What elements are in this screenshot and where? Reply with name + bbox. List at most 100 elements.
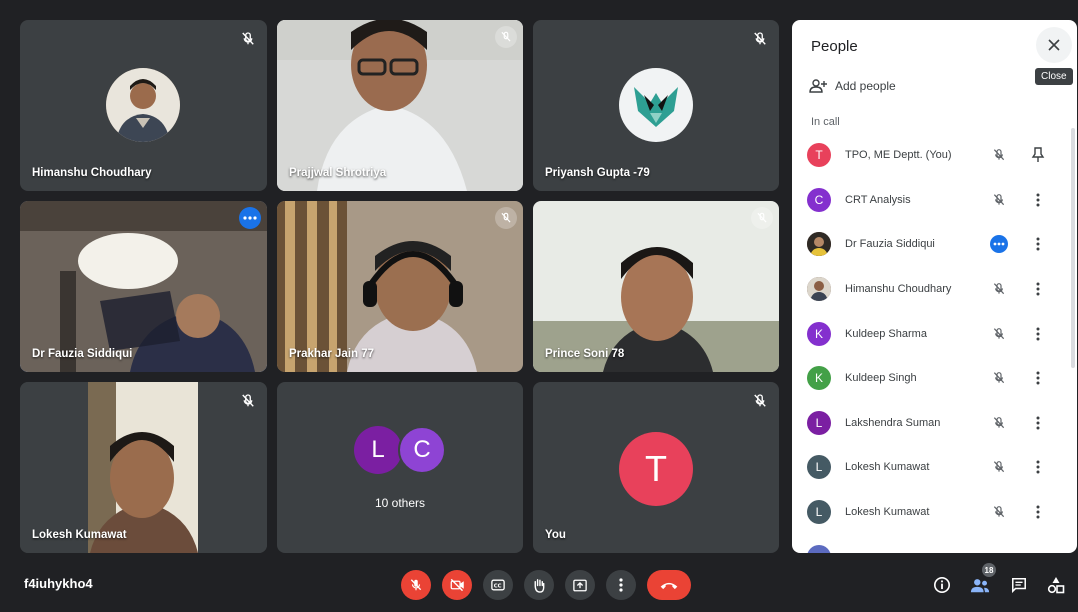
participant-name: Prajjwal Shrotriya — [289, 167, 387, 179]
pin-icon[interactable] — [1030, 146, 1046, 164]
info-icon — [933, 576, 951, 594]
more-options-icon[interactable] — [1030, 280, 1046, 298]
more-options-icon[interactable] — [1030, 235, 1046, 253]
mic-toggle-button[interactable] — [401, 570, 431, 600]
list-item[interactable]: C CRT Analysis — [792, 178, 1072, 223]
participant-tile[interactable]: Prajjwal Shrotriya — [277, 20, 523, 191]
list-item[interactable]: Dr Fauzia Siddiqui — [792, 222, 1072, 267]
leave-call-button[interactable] — [647, 570, 691, 600]
more-options-icon[interactable] — [1030, 191, 1046, 209]
scrollbar[interactable] — [1071, 128, 1075, 368]
captions-button[interactable]: CC — [483, 570, 513, 600]
mic-off-icon — [751, 30, 769, 48]
avatar: L — [807, 500, 831, 525]
avatar — [619, 68, 693, 142]
participant-name: TPO, ME Deptt. (You) — [845, 149, 952, 162]
list-item[interactable]: L Lokesh Kumawat — [792, 490, 1072, 535]
meeting-details-button[interactable] — [931, 574, 953, 596]
close-icon — [1048, 39, 1060, 51]
avatar: K — [807, 321, 831, 346]
more-options-button[interactable] — [606, 570, 636, 600]
meeting-code: f4iuhykho4 — [24, 576, 93, 591]
avatar — [807, 544, 831, 553]
list-item[interactable]: L Lakshendra Suman — [792, 401, 1072, 446]
video-feed — [20, 382, 267, 553]
chat-button[interactable] — [1008, 574, 1030, 596]
user-photo — [106, 68, 180, 142]
list-item[interactable]: K Kuldeep Singh — [792, 356, 1072, 401]
present-icon — [573, 579, 587, 591]
in-call-heading: In call — [811, 116, 840, 128]
panel-title: People — [811, 38, 858, 55]
more-vert-icon — [619, 578, 623, 592]
participant-tile[interactable]: Dr Fauzia Siddiqui — [20, 201, 267, 372]
avatar — [807, 277, 831, 302]
participant-tile[interactable]: Priyansh Gupta -79 — [533, 20, 779, 191]
list-item[interactable] — [792, 534, 1072, 553]
mic-off-icon — [990, 146, 1008, 164]
mic-off-icon — [990, 458, 1008, 476]
participant-tile[interactable]: Lokesh Kumawat — [20, 382, 267, 553]
more-options-icon[interactable] — [1030, 369, 1046, 387]
participant-name: Prakhar Jain 77 — [289, 348, 375, 360]
mic-off-icon — [751, 207, 773, 229]
more-options-icon[interactable] — [1030, 414, 1046, 432]
participant-name: Kuldeep Sharma — [845, 327, 927, 340]
mic-off-icon — [239, 392, 257, 410]
participant-name: Lokesh Kumawat — [845, 461, 930, 474]
list-item[interactable]: K Kuldeep Sharma — [792, 311, 1072, 356]
avatar-logo-icon — [634, 87, 678, 127]
avatar: C — [398, 426, 446, 474]
add-people-button[interactable]: Add people — [809, 78, 896, 94]
participant-name: Lokesh Kumawat — [845, 506, 930, 519]
mic-off-icon — [410, 579, 422, 591]
avatar: L — [807, 410, 831, 435]
avatar: C — [807, 187, 831, 212]
add-person-icon — [809, 79, 827, 93]
self-tile[interactable]: T You — [533, 382, 779, 553]
camera-off-icon — [450, 578, 464, 592]
avatar: L — [807, 455, 831, 480]
mic-off-icon — [990, 503, 1008, 521]
more-options-icon[interactable] — [1030, 503, 1046, 521]
participant-list: T TPO, ME Deptt. (You) C CRT Analysis Dr… — [792, 133, 1072, 553]
more-options-icon[interactable] — [239, 207, 261, 229]
add-people-label: Add people — [835, 79, 896, 93]
raise-hand-button[interactable] — [524, 570, 554, 600]
list-item[interactable]: L Lokesh Kumawat — [792, 445, 1072, 490]
close-button[interactable] — [1036, 27, 1072, 63]
video-feed — [20, 201, 267, 372]
participant-tile[interactable]: Prince Soni 78 — [533, 201, 779, 372]
participant-name: Kuldeep Singh — [845, 372, 917, 385]
meeting-stage: Himanshu Choudhary Prajjwal Shrotriya Pr… — [0, 0, 1078, 612]
people-panel: People Close Add people In call T TPO, M… — [792, 20, 1077, 553]
mic-off-icon — [495, 26, 517, 48]
participant-name: Prince Soni 78 — [545, 348, 625, 360]
avatar: T — [807, 143, 831, 168]
video-feed — [533, 201, 779, 372]
camera-toggle-button[interactable] — [442, 570, 472, 600]
avatar: K — [807, 366, 831, 391]
participant-tile[interactable]: Himanshu Choudhary — [20, 20, 267, 191]
participant-name: You — [545, 529, 566, 541]
present-button[interactable] — [565, 570, 595, 600]
mic-off-icon — [990, 325, 1008, 343]
list-item[interactable]: T TPO, ME Deptt. (You) — [792, 133, 1072, 178]
mic-off-icon — [990, 191, 1008, 209]
list-item[interactable]: Himanshu Choudhary — [792, 267, 1072, 312]
activities-button[interactable] — [1045, 574, 1067, 596]
participant-name: Dr Fauzia Siddiqui — [845, 238, 935, 251]
participant-tile[interactable]: Prakhar Jain 77 — [277, 201, 523, 372]
hand-icon — [534, 578, 545, 593]
mic-off-icon — [239, 30, 257, 48]
people-button[interactable] — [969, 574, 991, 596]
more-options-icon[interactable] — [1030, 458, 1046, 476]
mic-off-icon — [751, 392, 769, 410]
video-feed — [277, 20, 523, 191]
participant-name: Dr Fauzia Siddiqui — [32, 348, 133, 360]
others-tile[interactable]: L C 10 others — [277, 382, 523, 553]
others-count: 10 others — [374, 496, 426, 510]
mic-off-icon — [495, 207, 517, 229]
participant-name: CRT Analysis — [845, 193, 911, 206]
more-options-icon[interactable] — [1030, 325, 1046, 343]
